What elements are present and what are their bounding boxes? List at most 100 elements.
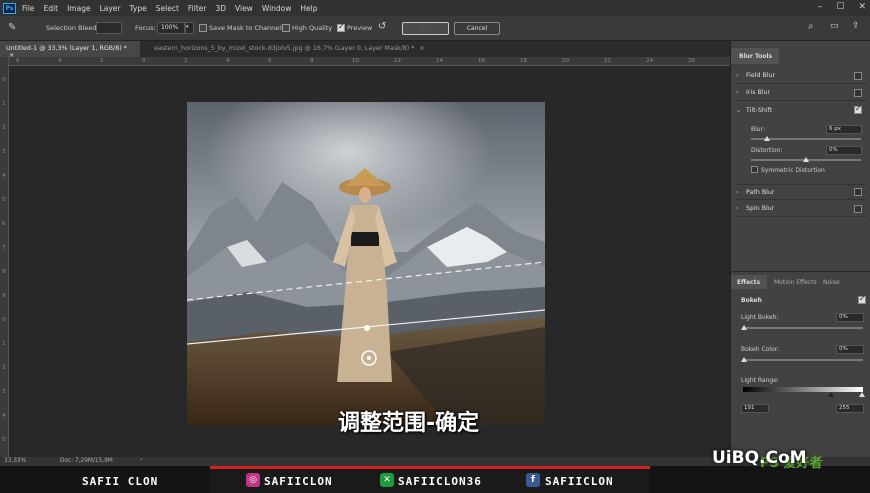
menu-window[interactable]: Window	[262, 4, 292, 13]
high-quality-checkbox[interactable]	[282, 24, 290, 32]
ruler-tick-label: 6	[16, 58, 20, 64]
zoom-level[interactable]: 33,33%	[4, 458, 26, 464]
light-range-max-field[interactable]: 255	[836, 404, 864, 413]
close-icon[interactable]: ✕	[858, 2, 866, 12]
menu-bar: Ps File Edit Image Layer Type Select Fil…	[0, 0, 870, 16]
selection-bleed-field[interactable]	[96, 22, 122, 34]
bokeh-color-knob[interactable]	[741, 357, 747, 362]
menu-3d[interactable]: 3D	[215, 4, 226, 13]
close-icon[interactable]: ×	[419, 45, 424, 52]
menu-help[interactable]: Help	[300, 4, 317, 13]
ruler-tick-label: 16	[478, 58, 485, 64]
tilt-shift-checkbox[interactable]	[854, 104, 862, 114]
search-icon[interactable]: ⌕	[808, 21, 814, 32]
ruler-tick-label: 0	[2, 77, 6, 83]
ok-label: OK	[421, 25, 430, 32]
iris-blur-label: Iris Blur	[746, 89, 771, 96]
menu-file[interactable]: File	[22, 4, 35, 13]
chevron-right-icon[interactable]: ›	[140, 457, 142, 463]
distortion-value-field[interactable]: 0%	[826, 146, 862, 155]
options-bar: ✎ Selection Bleed: Focus: 100% ▾ Save Ma…	[0, 16, 870, 41]
symmetric-distortion-checkbox[interactable]	[751, 166, 758, 173]
path-blur-checkbox[interactable]	[854, 188, 862, 196]
effects-tab[interactable]: Effects	[731, 275, 767, 289]
focus-dropdown[interactable]: ▾	[185, 22, 194, 34]
chevron-down-icon: ⌄	[736, 106, 742, 114]
ruler-tick-label: 18	[520, 58, 527, 64]
photoshop-logo: Ps	[3, 2, 16, 14]
focus-field[interactable]: 100%	[157, 22, 185, 34]
light-bokeh-slider[interactable]	[743, 327, 863, 329]
document-image[interactable]	[187, 102, 545, 425]
ruler-tick-label: 7	[2, 245, 6, 251]
ruler-tick-label: 5	[2, 197, 6, 203]
spin-blur-checkbox[interactable]	[854, 204, 862, 213]
ruler-tick-label: 6	[2, 221, 6, 227]
path-blur-label: Path Blur	[746, 188, 775, 196]
bokeh-color-label: Bokeh Color:	[741, 346, 780, 353]
tab-label: Untitled-1 @ 33,3% (Layer 1, RGB/8) *	[6, 45, 127, 52]
tab-label: eastern_horizons_5_by_mizel_stock-d3jolv…	[154, 45, 415, 52]
high-quality-label: High Quality	[292, 24, 333, 32]
xbox-icon: ✕	[380, 473, 394, 487]
menu-view[interactable]: View	[235, 4, 253, 13]
panel-divider	[731, 271, 870, 272]
save-mask-checkbox[interactable]	[199, 24, 207, 32]
menu-select[interactable]: Select	[156, 4, 179, 13]
light-bokeh-knob[interactable]	[741, 325, 747, 330]
tilt-shift-row[interactable]: ⌄ Tilt-Shift	[736, 102, 866, 118]
maximize-icon[interactable]: ☐	[836, 2, 844, 12]
iris-blur-row[interactable]: › Iris Blur	[736, 85, 866, 101]
bokeh-color-field[interactable]: 0%	[836, 345, 864, 354]
minimize-icon[interactable]: –	[818, 2, 823, 12]
light-range-gradient[interactable]	[743, 387, 863, 392]
light-range-high-knob[interactable]	[859, 392, 865, 397]
ok-button[interactable]: OK	[402, 22, 449, 35]
menu-type[interactable]: Type	[130, 4, 147, 13]
horizontal-ruler: 6 4 2 0 2 4 6 8 10 12 14 16 18 20 22 24 26	[8, 57, 730, 66]
share-icon[interactable]: ⇪	[852, 21, 860, 31]
vertical-ruler: 0 1 2 3 4 5 6 7 8 9 0 1 2 3 4 5	[0, 57, 9, 457]
scene-image	[187, 102, 545, 425]
menu-edit[interactable]: Edit	[44, 4, 59, 13]
tab-eastern-horizons[interactable]: eastern_horizons_5_by_mizel_stock-d3jolv…	[148, 41, 448, 57]
ruler-tick-label: 12	[394, 58, 401, 64]
menu-filter[interactable]: Filter	[188, 4, 207, 13]
blur-gallery-panel: Blur Tools › Field Blur › Iris Blur ⌄ Tilt-…	[730, 41, 870, 457]
instagram-handle: SAFIICLON	[264, 475, 333, 488]
cancel-button[interactable]: Cancel	[454, 22, 500, 35]
spin-blur-row[interactable]: › Spin Blur	[736, 201, 866, 217]
blur-tools-tab[interactable]: Blur Tools	[731, 48, 779, 64]
tab-untitled[interactable]: Untitled-1 @ 33,3% (Layer 1, RGB/8) * ×	[0, 41, 140, 59]
field-blur-checkbox[interactable]	[854, 71, 862, 80]
reset-icon[interactable]: ↺	[378, 21, 386, 32]
focus-label: Focus:	[135, 24, 156, 32]
distortion-slider-knob[interactable]	[803, 157, 809, 162]
field-blur-row[interactable]: › Field Blur	[736, 68, 866, 84]
light-range-min-field[interactable]: 191	[741, 404, 769, 413]
workspace-icon[interactable]: ▭	[830, 21, 839, 31]
blur-label: Blur:	[751, 126, 765, 133]
bokeh-color-slider[interactable]	[743, 359, 863, 361]
ruler-tick-label: 1	[2, 341, 6, 347]
blur-tool-icon[interactable]: ✎	[8, 22, 16, 33]
light-bokeh-field[interactable]: 0%	[836, 313, 864, 322]
menu-layer[interactable]: Layer	[100, 4, 121, 13]
motion-effects-tab[interactable]: Motion Effects	[774, 279, 817, 286]
ruler-tick-label: 1	[2, 101, 6, 107]
ruler-tick-label: 20	[562, 58, 569, 64]
ruler-tick-label: 3	[2, 149, 6, 155]
save-mask-label: Save Mask to Channels	[209, 24, 285, 32]
blur-slider-knob[interactable]	[764, 136, 770, 141]
noise-tab[interactable]: Noise	[823, 279, 840, 286]
path-blur-row[interactable]: › Path Blur	[736, 184, 866, 200]
bokeh-checkbox[interactable]	[858, 294, 866, 304]
distortion-label: Distortion:	[751, 147, 783, 154]
light-range-label: Light Range:	[741, 377, 779, 384]
blur-value-field[interactable]: 6 px	[826, 125, 862, 134]
chevron-right-icon: ›	[736, 205, 739, 212]
preview-checkbox[interactable]	[337, 22, 345, 32]
menu-image[interactable]: Image	[67, 4, 91, 13]
light-range-low-knob[interactable]	[828, 392, 834, 397]
iris-blur-checkbox[interactable]	[854, 88, 862, 97]
